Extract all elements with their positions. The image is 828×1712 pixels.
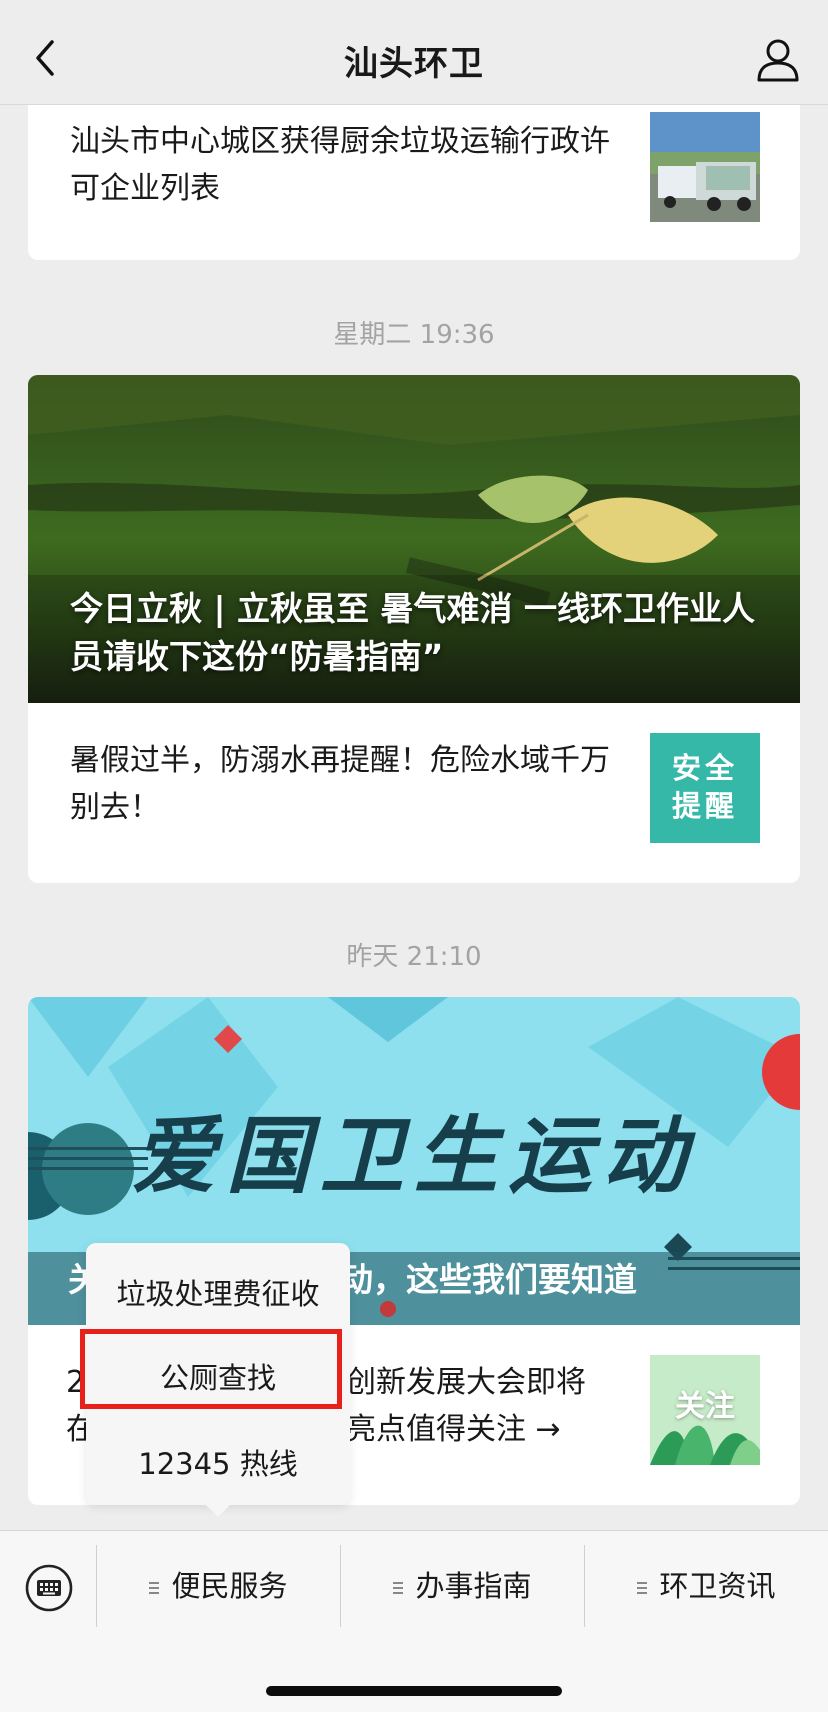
- menu-sanitation-news[interactable]: 环卫资讯: [585, 1531, 828, 1641]
- menu-label: 便民服务: [171, 1569, 288, 1603]
- menu-label: 办事指南: [415, 1569, 532, 1603]
- keyboard-icon[interactable]: [24, 1563, 74, 1613]
- article-title-line2: 亮点值得关注 →: [346, 1412, 561, 1447]
- menu-label: 环卫资讯: [659, 1569, 776, 1603]
- hero-article[interactable]: 今日立秋 | 立秋虽至 暑气难消 一线环卫作业人员请收下这份“防暑指南”: [28, 375, 800, 703]
- submenu-item-hotline[interactable]: 12345 热线: [86, 1441, 350, 1483]
- article-title-prefix: 2: [66, 1365, 86, 1400]
- navigation-header: 汕头环卫: [0, 0, 828, 105]
- article-item[interactable]: 暑假过半，防溺水再提醒！危险水域千万别去！ 安全 提醒: [28, 703, 800, 883]
- article-card-2: 今日立秋 | 立秋虽至 暑气难消 一线环卫作业人员请收下这份“防暑指南” 暑假过…: [28, 375, 800, 883]
- submenu-item-garbage-fee[interactable]: 垃圾处理费征收: [86, 1271, 350, 1313]
- article-card-1: 汕头市中心城区获得厨余垃圾运输行政许可企业列表: [28, 90, 800, 260]
- hero-caption-right: 动，这些我们要知道: [340, 1260, 637, 1299]
- article-title-line1: 创新发展大会即将: [346, 1365, 586, 1400]
- garbage-trucks-thumbnail: [650, 112, 760, 222]
- home-indicator: [266, 1686, 562, 1696]
- menu-lines-icon: [393, 1582, 404, 1594]
- thumbnail-label: 关注: [675, 1389, 735, 1424]
- menu-lines-icon: [637, 1582, 648, 1594]
- menu-service-guide[interactable]: 办事指南: [341, 1531, 584, 1641]
- person-icon[interactable]: [754, 36, 802, 84]
- submenu-item-toilet-search[interactable]: 公厕查找: [86, 1355, 350, 1397]
- article-title: 汕头市中心城区获得厨余垃圾运输行政许可企业列表: [70, 124, 610, 206]
- banner-heading: 爱国卫生运动: [131, 1107, 696, 1205]
- hero-article-title: 今日立秋 | 立秋虽至 暑气难消 一线环卫作业人员请收下这份“防暑指南”: [70, 589, 756, 676]
- timestamp: 星期二 19:36: [333, 320, 495, 350]
- safety-reminder-thumbnail: 安全 提醒: [650, 733, 760, 843]
- article-item[interactable]: 汕头市中心城区获得厨余垃圾运输行政许可企业列表: [28, 90, 800, 260]
- thumbnail-label: 安全 提醒: [671, 751, 738, 823]
- submenu-popup: 垃圾处理费征收 公厕查找 12345 热线: [86, 1243, 350, 1517]
- article-title: 暑假过半，防溺水再提醒！危险水域千万别去！: [70, 743, 610, 825]
- popup-arrow: [206, 1505, 230, 1517]
- bottom-menu-bar: 便民服务 办事指南 环卫资讯: [0, 1530, 828, 1712]
- page-title: 汕头环卫: [344, 44, 484, 84]
- menu-convenience-services[interactable]: 便民服务: [97, 1531, 340, 1641]
- menu-lines-icon: [149, 1582, 160, 1594]
- follow-thumbnail: 关注: [650, 1355, 760, 1465]
- timestamp: 昨天 21:10: [346, 942, 482, 972]
